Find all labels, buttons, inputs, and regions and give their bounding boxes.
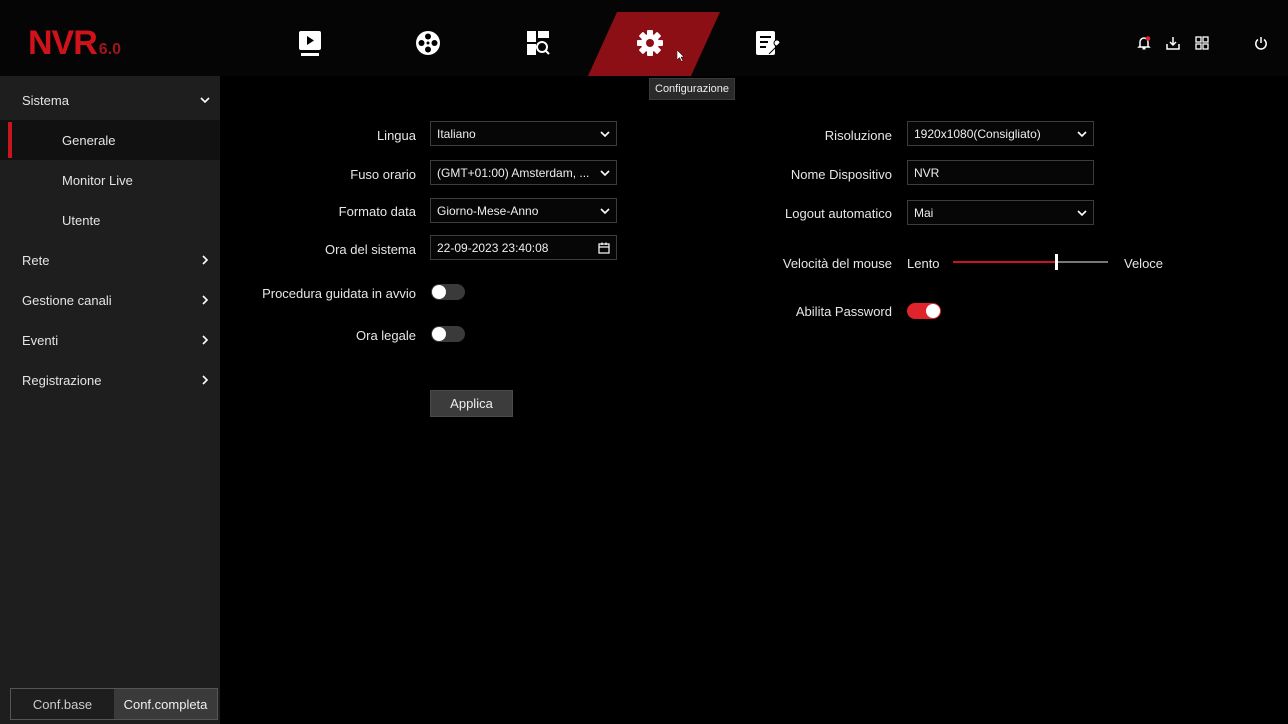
sidebar-item-label: Monitor Live bbox=[62, 172, 133, 188]
download-button[interactable] bbox=[1160, 30, 1186, 56]
nvr-logo: NVR 6.0 bbox=[28, 24, 121, 63]
lingua-value: Italiano bbox=[437, 126, 476, 141]
alarm-bell-icon bbox=[1137, 36, 1151, 50]
logo-name: NVR bbox=[28, 24, 98, 62]
sidebar-item-generale[interactable]: Generale bbox=[0, 120, 220, 160]
alarm-button[interactable] bbox=[1131, 30, 1157, 56]
chevron-down-icon bbox=[1077, 130, 1087, 137]
ora-sistema-label: Ora del sistema bbox=[324, 242, 416, 257]
conf-base-button[interactable]: Conf.base bbox=[11, 689, 114, 719]
toggle-knob bbox=[432, 285, 446, 299]
slider-min-label: Lento bbox=[907, 256, 940, 271]
lingua-select[interactable]: Italiano bbox=[430, 121, 617, 146]
nome-dispositivo-value: NVR bbox=[914, 165, 940, 180]
sidebar-item-label: Generale bbox=[62, 132, 116, 148]
sidebar-item-label: Rete bbox=[22, 252, 50, 268]
sidebar-item-label: Eventi bbox=[22, 332, 59, 348]
risoluzione-select[interactable]: 1920x1080(Consigliato) bbox=[907, 121, 1094, 146]
sidebar-item-label: Sistema bbox=[22, 92, 69, 108]
formato-data-select[interactable]: Giorno-Mese-Anno bbox=[430, 198, 617, 223]
power-icon bbox=[1255, 37, 1267, 50]
ora-sistema-field[interactable]: 22-09-2023 23:40:08 bbox=[430, 235, 617, 260]
chevron-down-icon bbox=[600, 207, 610, 214]
toggle-knob bbox=[926, 304, 940, 318]
abilita-password-label: Abilita Password bbox=[795, 304, 892, 319]
gear-icon bbox=[637, 30, 663, 56]
mouse-speed-slider-fill bbox=[953, 261, 1057, 263]
sidebar: Sistema Generale Monitor Live Utente Ret… bbox=[0, 76, 220, 724]
fuso-orario-value: (GMT+01:00) Amsterdam, ... bbox=[437, 165, 590, 180]
sidebar-item-utente[interactable]: Utente bbox=[0, 200, 220, 240]
mouse-speed-slider-thumb[interactable] bbox=[1055, 254, 1058, 270]
nav-reel[interactable] bbox=[408, 12, 448, 74]
logout-automatico-select[interactable]: Mai bbox=[907, 200, 1094, 225]
chevron-right-icon bbox=[202, 295, 209, 305]
nav-playback[interactable] bbox=[290, 12, 330, 74]
ora-legale-toggle[interactable] bbox=[431, 326, 465, 342]
slider-max-label: Veloce bbox=[1124, 256, 1164, 271]
layout-button[interactable] bbox=[1189, 30, 1215, 56]
maintenance-icon bbox=[756, 31, 781, 55]
velocita-mouse-label: Velocità del mouse bbox=[782, 256, 892, 271]
chevron-down-icon bbox=[1077, 209, 1087, 216]
chevron-right-icon bbox=[202, 255, 209, 265]
mouse-cursor-icon bbox=[677, 50, 685, 62]
sidebar-item-label: Utente bbox=[62, 212, 101, 228]
nav-configuration[interactable] bbox=[630, 12, 670, 74]
power-button[interactable] bbox=[1248, 30, 1274, 56]
ora-legale-label: Ora legale bbox=[356, 328, 416, 343]
abilita-password-toggle[interactable] bbox=[907, 303, 941, 319]
nome-dispositivo-label: Nome Dispositivo bbox=[790, 167, 892, 182]
sidebar-item-eventi[interactable]: Eventi bbox=[0, 320, 220, 360]
lingua-label: Lingua bbox=[376, 128, 416, 143]
chevron-down-icon bbox=[200, 97, 210, 104]
ora-sistema-value: 22-09-2023 23:40:08 bbox=[437, 240, 549, 255]
toggle-knob bbox=[432, 327, 446, 341]
risoluzione-label: Risoluzione bbox=[824, 128, 892, 143]
top-bar: NVR 6.0 bbox=[0, 0, 1288, 76]
nav-maintenance[interactable] bbox=[748, 12, 788, 74]
search-icon bbox=[527, 31, 550, 55]
logo-version: 6.0 bbox=[98, 41, 122, 58]
reel-icon bbox=[416, 31, 440, 55]
sidebar-item-label: Registrazione bbox=[22, 372, 102, 388]
chevron-down-icon bbox=[600, 130, 610, 137]
sidebar-item-sistema[interactable]: Sistema bbox=[0, 80, 220, 120]
risoluzione-value: 1920x1080(Consigliato) bbox=[914, 126, 1041, 141]
conf-completa-button[interactable]: Conf.completa bbox=[114, 689, 217, 719]
formato-data-label: Formato data bbox=[338, 204, 416, 219]
sidebar-item-label: Gestione canali bbox=[22, 292, 112, 308]
calendar-icon[interactable] bbox=[598, 242, 610, 254]
fuso-orario-label: Fuso orario bbox=[350, 167, 416, 182]
download-icon bbox=[1166, 37, 1180, 50]
config-mode-switch: Conf.base Conf.completa bbox=[10, 688, 218, 720]
chevron-right-icon bbox=[202, 375, 209, 385]
procedura-guidata-label: Procedura guidata in avvio bbox=[262, 286, 416, 301]
playback-icon bbox=[299, 31, 321, 56]
formato-data-value: Giorno-Mese-Anno bbox=[437, 203, 539, 218]
grid-icon bbox=[1195, 36, 1209, 50]
sidebar-item-rete[interactable]: Rete bbox=[0, 240, 220, 280]
sidebar-item-registrazione[interactable]: Registrazione bbox=[0, 360, 220, 400]
apply-button[interactable]: Applica bbox=[430, 390, 513, 417]
sidebar-item-gestione-canali[interactable]: Gestione canali bbox=[0, 280, 220, 320]
mouse-speed-slider-track[interactable] bbox=[1057, 261, 1108, 263]
chevron-right-icon bbox=[202, 335, 209, 345]
logout-automatico-value: Mai bbox=[914, 205, 934, 220]
configuration-tooltip: Configurazione bbox=[649, 78, 735, 100]
procedura-guidata-toggle[interactable] bbox=[431, 284, 465, 300]
chevron-down-icon bbox=[600, 169, 610, 176]
nav-search[interactable] bbox=[518, 12, 558, 74]
nome-dispositivo-input[interactable]: NVR bbox=[907, 160, 1094, 185]
fuso-orario-select[interactable]: (GMT+01:00) Amsterdam, ... bbox=[430, 160, 617, 185]
sidebar-item-monitor-live[interactable]: Monitor Live bbox=[0, 160, 220, 200]
logout-automatico-label: Logout automatico bbox=[785, 206, 892, 221]
